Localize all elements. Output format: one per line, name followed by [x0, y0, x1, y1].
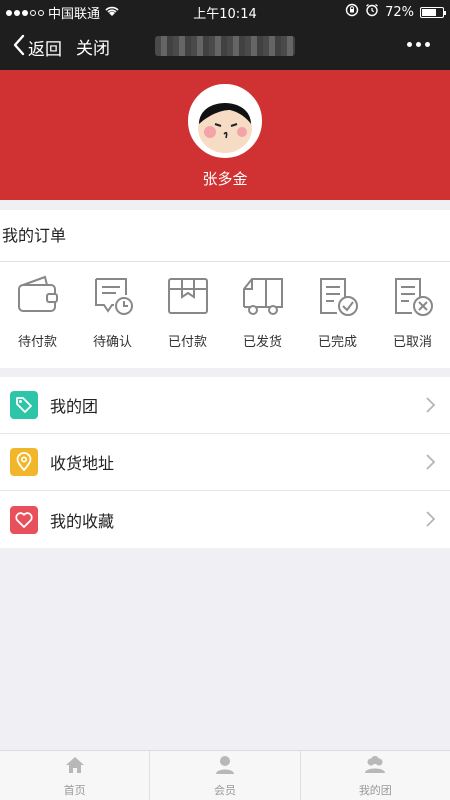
menu-item-favorites[interactable]: 我的收藏 [0, 491, 450, 548]
order-status-pending-confirm[interactable]: 待确认 [75, 263, 150, 368]
wallet-icon [15, 273, 61, 323]
group-icon [364, 754, 386, 780]
tab-label: 我的团 [358, 783, 392, 797]
back-label: 返回 [28, 40, 62, 60]
battery-icon [420, 6, 446, 18]
member-icon [214, 754, 236, 780]
profile-header: 张多金 [0, 70, 450, 200]
tag-icon [10, 391, 38, 419]
tab-label: 会员 [213, 783, 236, 797]
order-status-paid[interactable]: 已付款 [150, 263, 225, 368]
doc-cancel-icon [390, 273, 436, 323]
chevron-right-icon [422, 511, 438, 527]
page-title-blurred [155, 36, 295, 56]
menu-item-address[interactable]: 收货地址 [0, 434, 450, 491]
order-status-cancelled[interactable]: 已取消 [375, 263, 450, 368]
order-status-label: 待付款 [17, 335, 57, 350]
order-status-pending-payment[interactable]: 待付款 [0, 263, 75, 368]
home-icon [64, 754, 86, 780]
truck-icon [240, 273, 286, 323]
order-status-label: 已取消 [392, 335, 432, 350]
alarm-icon [365, 3, 379, 21]
orders-title: 我的订单 [0, 210, 450, 262]
order-status-shipped[interactable]: 已发货 [225, 263, 300, 368]
location-icon [10, 448, 38, 476]
menu-item-my-groups[interactable]: 我的团 [0, 377, 450, 434]
heart-icon [10, 505, 38, 534]
tab-home[interactable]: 首页 [0, 751, 151, 800]
battery-percent: 72% [385, 4, 414, 20]
menu-item-label: 我的团 [50, 397, 99, 416]
status-bar: 中国联通 上午10:14 72% [0, 0, 450, 22]
menu-item-label: 收货地址 [50, 454, 115, 473]
order-status-label: 待确认 [92, 335, 132, 350]
chevron-right-icon [422, 397, 438, 413]
order-status-label: 已完成 [317, 335, 357, 350]
status-right: 72% [345, 3, 446, 21]
tab-label: 首页 [63, 783, 86, 797]
more-dots-icon[interactable] [407, 42, 430, 47]
close-button[interactable]: 关闭 [76, 34, 110, 59]
avatar[interactable] [188, 84, 262, 158]
menu-item-label: 我的收藏 [50, 511, 115, 531]
tab-member[interactable]: 会员 [150, 751, 301, 800]
menu-list: 我的团 收货地址 我的收藏 [0, 377, 450, 548]
order-status-completed[interactable]: 已完成 [300, 263, 375, 368]
chevron-left-icon [12, 34, 26, 61]
tab-my-groups[interactable]: 我的团 [301, 751, 450, 800]
back-button[interactable]: 返回 [12, 34, 62, 61]
order-status-label: 已发货 [242, 335, 282, 350]
username: 张多金 [202, 170, 248, 188]
order-status-label: 已付款 [167, 335, 207, 350]
chevron-right-icon [422, 454, 438, 470]
confirm-clock-icon [90, 273, 136, 323]
tab-bar: 首页 会员 我的团 [0, 750, 450, 800]
nav-bar: 返回 关闭 [0, 22, 450, 70]
doc-check-icon [315, 273, 361, 323]
rotation-lock-icon [345, 3, 359, 21]
order-status-list: 待付款 待确认 已付款 已发货 已完成 已取消 [0, 263, 450, 368]
orders-section: 我的订单 待付款 待确认 已付款 已发货 已完成 已取消 [0, 210, 450, 368]
box-icon [165, 273, 211, 323]
